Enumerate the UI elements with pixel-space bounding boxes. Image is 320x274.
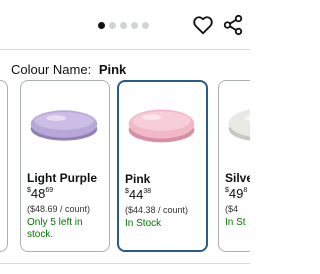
swatch-card[interactable] — [0, 80, 8, 252]
price-fraction: 8 — [243, 187, 248, 194]
carousel-dot[interactable] — [98, 21, 105, 29]
price-symbol: $ — [27, 187, 31, 194]
price-whole: 49 — [228, 186, 244, 201]
swatch-name: Silve — [225, 171, 250, 185]
price-symbol: $ — [125, 188, 129, 195]
unit-price: ($44.38 / count) — [125, 205, 189, 215]
product-image — [228, 109, 250, 141]
price-fraction: 38 — [143, 188, 152, 195]
share-icon[interactable] — [222, 14, 244, 36]
divider — [0, 263, 250, 264]
product-image — [30, 110, 98, 141]
carousel-pagination[interactable] — [98, 21, 149, 29]
unit-price: ($48.69 / count) — [27, 204, 91, 214]
image-carousel-header — [0, 0, 250, 50]
price-fraction: 69 — [45, 187, 54, 194]
swatch-price: $4438 — [125, 187, 151, 202]
product-image — [0, 93, 7, 153]
colour-name-value: Pink — [98, 62, 127, 77]
heart-icon[interactable] — [192, 14, 214, 36]
price-whole: 48 — [30, 186, 46, 201]
colour-name-row: Colour Name: Pink — [11, 62, 126, 77]
stock-status: Only 5 left in stock. — [27, 217, 83, 240]
product-image — [128, 109, 195, 143]
unit-price: ($4 — [225, 204, 239, 214]
price-symbol: $ — [225, 187, 229, 194]
swatch-name: Pink — [125, 172, 151, 186]
swatch-price: $498 — [225, 186, 247, 201]
carousel-dot[interactable] — [131, 21, 138, 29]
stock-status: In Stock — [125, 218, 162, 229]
price-whole: 44 — [128, 187, 144, 202]
swatch-card-silver[interactable]: Silve $498 ($4 In St — [218, 80, 250, 252]
carousel-dot[interactable] — [120, 21, 127, 29]
colour-swatch-list[interactable]: Light Purple $4869 ($48.69 / count) Only… — [0, 80, 250, 255]
carousel-dot[interactable] — [142, 21, 149, 29]
swatch-price: $4869 — [27, 186, 53, 201]
stock-status: In St — [225, 217, 246, 228]
swatch-card-pink[interactable]: Pink $4438 ($44.38 / count) In Stock — [117, 80, 208, 252]
carousel-dot[interactable] — [109, 21, 116, 29]
swatch-card-light-purple[interactable]: Light Purple $4869 ($48.69 / count) Only… — [20, 80, 110, 252]
swatch-name: Light Purple — [27, 171, 97, 185]
colour-name-label: Colour Name: — [11, 62, 92, 77]
